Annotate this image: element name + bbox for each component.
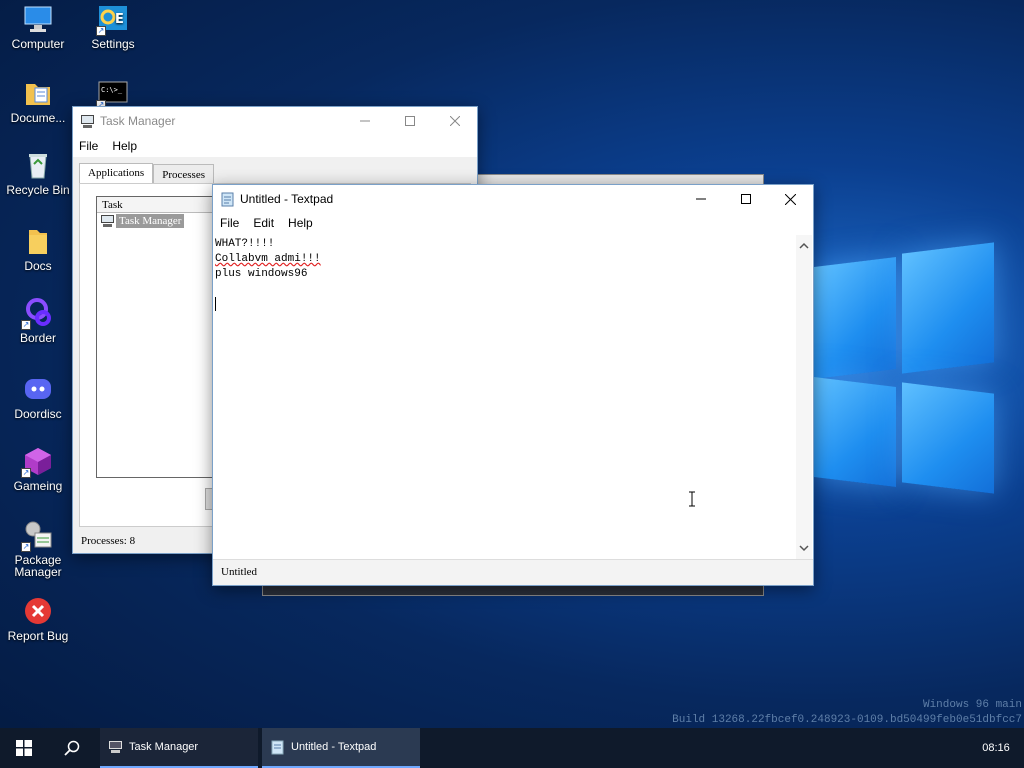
desktop-icon-settings[interactable]: E ↗ Settings <box>75 4 151 50</box>
desktop-icon-label: Report Bug <box>7 629 69 643</box>
tab-processes[interactable]: Processes <box>153 164 214 183</box>
desktop-icon-label: Docs <box>24 259 52 273</box>
desktop-icon-label: Docume... <box>10 111 66 125</box>
menu-edit[interactable]: Edit <box>253 216 274 230</box>
notepad-icon <box>271 740 284 754</box>
desktop-icon-label: Gameing <box>13 479 63 493</box>
window-title: Untitled - Textpad <box>240 192 334 206</box>
textpad-window[interactable]: Untitled - Textpad File Edit Help WHAT?!… <box>212 184 814 586</box>
border-app-icon: ↗ <box>21 298 53 330</box>
settings-icon: E ↗ <box>96 4 128 36</box>
scroll-down-icon[interactable] <box>799 539 809 557</box>
textpad-statusbar: Untitled <box>213 559 813 585</box>
desktop-icon-documents[interactable]: Docume... <box>0 78 76 124</box>
text-editor-area[interactable]: WHAT?!!!! Collabvm admi!!! plus windows9… <box>214 235 796 559</box>
desktop-icon-border[interactable]: ↗ Border <box>0 298 76 344</box>
scroll-up-icon[interactable] <box>799 237 809 255</box>
mouse-ibeam-cursor <box>688 491 696 512</box>
taskbar-item-label: Untitled - Textpad <box>291 741 377 753</box>
desktop-icon-label: Border <box>19 331 57 345</box>
windows-logo-wallpaper <box>810 240 1000 494</box>
menu-file[interactable]: File <box>79 139 98 153</box>
notepad-icon <box>220 192 235 207</box>
text-line: plus windows96 <box>215 268 308 280</box>
minimize-button[interactable] <box>342 107 387 135</box>
desktop-icon-doordisc[interactable]: Doordisc <box>0 374 76 420</box>
build-watermark: Windows 96 main Build 13268.22fbcef0.248… <box>672 698 1022 728</box>
task-manager-titlebar[interactable]: Task Manager <box>73 107 477 135</box>
task-manager-icon <box>80 114 95 129</box>
column-header-task[interactable]: Task <box>97 197 215 213</box>
text-line: WHAT?!!!! <box>215 238 275 250</box>
tab-applications[interactable]: Applications <box>79 163 154 183</box>
discord-icon <box>23 374 53 404</box>
menu-help[interactable]: Help <box>288 216 313 230</box>
desktop-icon-docs[interactable]: Docs <box>0 226 76 272</box>
desktop-icon-computer[interactable]: Computer <box>0 4 76 50</box>
desktop-icon-label: Doordisc <box>14 407 62 421</box>
status-filename: Untitled <box>221 566 258 578</box>
window-title: Task Manager <box>100 114 176 128</box>
table-row[interactable]: Task Manager <box>100 214 215 228</box>
watermark-line-2: Build 13268.22fbcef0.248923-0109.bd50499… <box>672 714 1022 726</box>
start-button[interactable] <box>0 728 48 768</box>
desktop-icon-package-manager[interactable]: ↗ Package Manager <box>0 520 76 578</box>
task-manager-menubar: File Help <box>73 135 477 157</box>
textpad-titlebar[interactable]: Untitled - Textpad <box>213 185 813 213</box>
menu-file[interactable]: File <box>220 216 239 230</box>
task-row-name: Task Manager <box>116 214 185 228</box>
search-icon <box>64 740 80 756</box>
search-button[interactable] <box>48 728 96 768</box>
task-manager-icon <box>109 741 122 753</box>
clock[interactable]: 08:16 <box>968 742 1024 754</box>
folder-icon <box>23 226 53 256</box>
folder-documents-icon <box>23 78 53 108</box>
terminal-prompt-text: C:\>_ <box>101 86 123 94</box>
status-processes: Processes: 8 <box>81 535 136 547</box>
watermark-line-1: Windows 96 main <box>922 699 1022 711</box>
minimize-button[interactable] <box>678 185 723 213</box>
maximize-button[interactable] <box>387 107 432 135</box>
taskbar-item-label: Task Manager <box>129 741 199 753</box>
desktop-icon-recycle-bin[interactable]: Recycle Bin <box>0 150 76 196</box>
close-button[interactable] <box>768 185 813 213</box>
task-manager-tabs: Applications Processes <box>79 163 214 183</box>
svg-text:E: E <box>115 12 124 27</box>
text-line: Collabvm admi!!! <box>215 253 321 265</box>
desktop-icon-label: Package Manager <box>14 553 62 579</box>
task-manager-icon <box>101 215 114 227</box>
desktop-icon-gameing[interactable]: ↗ Gameing <box>0 446 76 492</box>
text-caret <box>215 297 216 311</box>
recycle-bin-icon <box>23 150 53 180</box>
menu-help[interactable]: Help <box>112 139 137 153</box>
desktop-icon-label: Settings <box>91 37 135 51</box>
vertical-scrollbar[interactable] <box>796 235 812 559</box>
computer-icon <box>23 4 53 34</box>
package-manager-icon: ↗ <box>21 520 53 552</box>
desktop-icon-label: Computer <box>11 37 65 51</box>
error-icon <box>23 596 53 626</box>
terminal-icon: C:\>_ ↗ <box>96 78 128 110</box>
task-list[interactable]: Task Task Manager <box>96 196 216 478</box>
desktop-icon-label: Recycle Bin <box>6 183 70 197</box>
desktop-icon-report-bug[interactable]: Report Bug <box>0 596 76 642</box>
windows-start-icon <box>16 740 32 756</box>
close-button[interactable] <box>432 107 477 135</box>
taskbar-item-textpad[interactable]: Untitled - Textpad <box>262 728 420 768</box>
textpad-menubar: File Edit Help <box>213 213 813 233</box>
taskbar: Task Manager Untitled - Textpad 08:16 <box>0 728 1024 768</box>
taskbar-item-task-manager[interactable]: Task Manager <box>100 728 258 768</box>
game-cube-icon: ↗ <box>21 446 53 478</box>
maximize-button[interactable] <box>723 185 768 213</box>
